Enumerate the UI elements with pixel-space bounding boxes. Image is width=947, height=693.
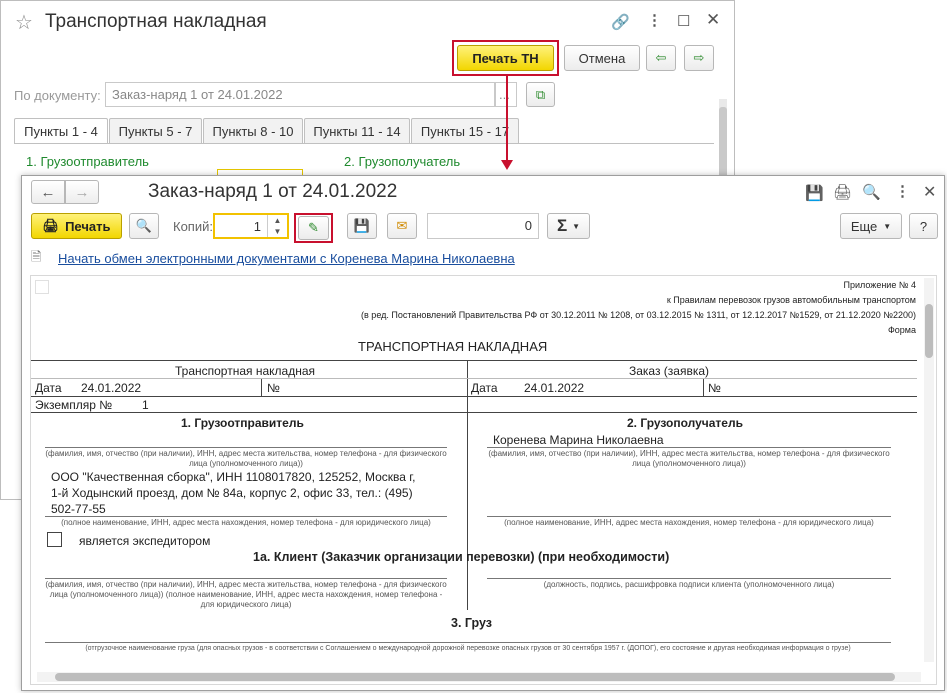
print-button-label: Печать [65, 218, 111, 234]
number-label-left: № [267, 381, 280, 395]
left-header: Транспортная накладная [175, 364, 316, 378]
callout-arrow [506, 74, 508, 165]
consignee-name: Коренева Марина Николаевна [493, 433, 664, 447]
copies-stepper[interactable]: ▲ ▼ [267, 215, 287, 237]
window-title: Транспортная накладная [45, 11, 267, 32]
save-icon[interactable]: 💾 [805, 184, 824, 202]
window-title: Заказ-наряд 1 от 24.01.2022 [148, 181, 398, 202]
copies-label: Копий: [173, 219, 213, 234]
tab-points-11-14[interactable]: Пункты 11 - 14 [304, 118, 410, 144]
cargo-title: 3. Груз [451, 616, 492, 630]
print-tn-button[interactable]: Печать ТН [457, 45, 554, 71]
close-icon[interactable]: ✕ [923, 182, 936, 202]
date-value-left: 24.01.2022 [81, 381, 142, 395]
forwarder-checkbox[interactable] [47, 532, 62, 547]
date-value-right: 24.01.2022 [524, 381, 585, 395]
link-icon[interactable]: 🔗 [611, 13, 630, 31]
star-icon[interactable]: ☆ [15, 10, 33, 35]
rules-text: к Правилам перевозок грузов автомобильны… [666, 295, 916, 305]
edi-icon: 🗎 [31, 249, 42, 264]
cargo-hint: (отгрузочное наименование груза (для опа… [85, 645, 851, 652]
consignee-person-hint: (фамилия, имя, отчество (при наличии), И… [488, 449, 890, 468]
consignee-org-hint: (полное наименование, ИНН, адрес места н… [504, 518, 874, 527]
preview-icon[interactable]: 🔍 [862, 183, 881, 201]
section-consignee: 2. Грузополучатель [344, 154, 461, 169]
chevron-down-icon: ▼ [572, 221, 581, 231]
signature-hint: (должность, подпись, расшифровка подписи… [543, 580, 835, 589]
consignee-title: 2. Грузополучатель [627, 416, 743, 430]
document-title: ТРАНСПОРТНАЯ НАКЛАДНАЯ [358, 339, 548, 354]
section-shipper: 1. Грузоотправитель [26, 154, 149, 169]
edit-document-icon[interactable]: ✎ [298, 216, 329, 240]
right-header: Заказ (заявка) [629, 364, 710, 378]
date-label-left: Дата [35, 381, 62, 395]
form-text: Форма [887, 325, 916, 335]
forward-arrow-icon[interactable]: → [65, 180, 99, 204]
preview-button-icon[interactable]: 🔍 [129, 213, 159, 239]
help-button[interactable]: ? [909, 213, 938, 239]
more-button-label: Еще [850, 218, 878, 234]
forwarder-label: является экспедитором [79, 534, 211, 548]
shipper-org-hint: (полное наименование, ИНН, адрес места н… [61, 518, 431, 527]
document-viewport: Приложение № 4 к Правилам перевозок груз… [30, 275, 937, 685]
shipper-line2: 1-й Ходынский проезд, дом № 84а, корпус … [51, 486, 413, 500]
printer-icon: 🖨 [42, 218, 60, 233]
sigma-icon: Σ [556, 216, 568, 235]
tab-points-8-10[interactable]: Пункты 8 - 10 [203, 118, 303, 144]
back-arrow-icon[interactable]: ← [31, 180, 65, 204]
client-hint: (фамилия, имя, отчество (при наличии), И… [45, 580, 447, 609]
shipper-line3: 502-77-55 [51, 502, 106, 516]
print-form-window: ← → Заказ-наряд 1 от 24.01.2022 💾 🖨 🔍 ⋮ … [21, 175, 945, 691]
email-icon[interactable]: ✉ [387, 213, 417, 239]
vertical-scroll-thumb[interactable] [925, 304, 933, 358]
tab-points-15-17[interactable]: Пункты 15 - 17 [411, 118, 519, 144]
copy-value: 1 [142, 398, 149, 412]
maximize-icon[interactable]: ☐ [677, 12, 690, 30]
document-horizontal-scrollbar[interactable] [37, 672, 921, 682]
chevron-down-icon: ▼ [883, 221, 892, 231]
save-document-icon[interactable]: 💾 [347, 213, 377, 239]
client-title: 1а. Клиент (Заказчик организации перевоз… [253, 550, 670, 564]
horizontal-scroll-thumb[interactable] [55, 673, 895, 681]
shipper-person-hint: (фамилия, имя, отчество (при наличии), И… [45, 449, 447, 468]
sum-field[interactable]: 0 [427, 213, 539, 239]
number-label-right: № [708, 381, 721, 395]
cancel-button[interactable]: Отмена [564, 45, 640, 71]
doc-label: По документу: [14, 88, 101, 103]
print-button[interactable]: 🖨 Печать [31, 213, 122, 239]
doc-field[interactable]: Заказ-наряд 1 от 24.01.2022 [105, 82, 495, 107]
close-icon[interactable]: ✕ [706, 10, 720, 30]
open-doc-icon[interactable]: ⧉ [526, 82, 555, 107]
edition-text: (в ред. Постановлений Правительства РФ о… [361, 310, 916, 320]
print-icon[interactable]: 🖨 [833, 183, 852, 201]
callout-arrowhead [501, 160, 513, 170]
more-button[interactable]: Еще ▼ [840, 213, 902, 239]
tab-points-1-4[interactable]: Пункты 1 - 4 [14, 118, 108, 144]
shipper-line1: ООО "Качественная сборка", ИНН 110801782… [51, 470, 416, 484]
copy-label: Экземпляр № [35, 398, 113, 412]
date-label-right: Дата [471, 381, 498, 395]
sum-button[interactable]: Σ ▼ [547, 213, 590, 239]
edi-link[interactable]: Начать обмен электронными документами с … [58, 251, 515, 266]
more-icon[interactable]: ⋮ [647, 11, 662, 29]
appendix-text: Приложение № 4 [843, 280, 916, 290]
export-icon[interactable]: ⇨ [684, 45, 714, 71]
document-vertical-scrollbar[interactable] [924, 278, 934, 662]
shipper-title: 1. Грузоотправитель [181, 416, 304, 430]
tab-points-5-7[interactable]: Пункты 5 - 7 [109, 118, 202, 144]
more-icon[interactable]: ⋮ [895, 182, 910, 200]
import-icon[interactable]: ⇦ [646, 45, 676, 71]
